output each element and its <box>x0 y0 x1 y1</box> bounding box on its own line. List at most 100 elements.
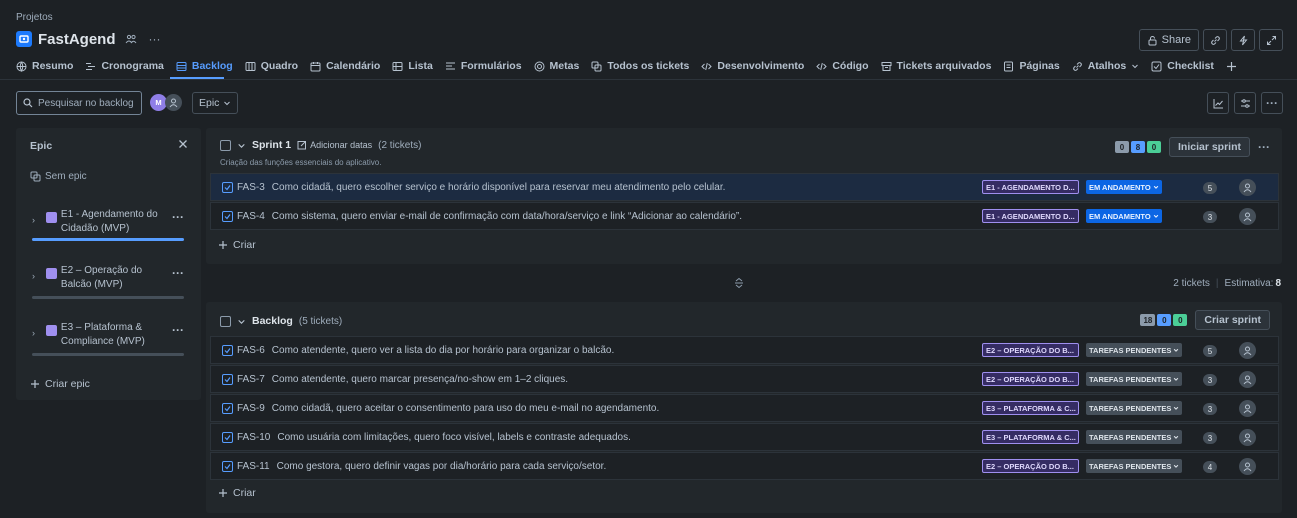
story-checkbox-icon[interactable] <box>222 402 233 414</box>
more-actions-button[interactable]: ··· <box>1261 92 1283 114</box>
status-dropdown[interactable]: TAREFAS PENDENTES <box>1086 401 1183 415</box>
insights-button[interactable] <box>1207 92 1229 114</box>
chevron-down-icon[interactable] <box>237 141 246 150</box>
tab-lista[interactable]: Lista <box>392 60 433 72</box>
tab-paginas[interactable]: Páginas <box>1003 60 1060 72</box>
issue-summary[interactable]: Como atendente, quero marcar presença/no… <box>272 374 568 385</box>
add-dates-button[interactable]: Adicionar datas <box>297 140 372 150</box>
story-points-badge[interactable]: 3 <box>1203 403 1217 415</box>
issue-summary[interactable]: Como usuária com limitações, quero foco … <box>277 432 631 443</box>
create-sprint-button[interactable]: Criar sprint <box>1195 310 1270 330</box>
tab-resumo[interactable]: Resumo <box>16 60 73 72</box>
issue-key[interactable]: FAS-3 <box>237 182 265 193</box>
epic-badge[interactable]: E2 – OPERAÇÃO DO B... <box>982 343 1079 357</box>
create-issue-button[interactable]: Criar <box>218 487 256 499</box>
story-checkbox-icon[interactable] <box>222 373 233 385</box>
tab-codigo[interactable]: Código <box>816 60 869 72</box>
more-icon[interactable]: ··· <box>172 210 184 236</box>
table-row[interactable]: FAS-10 Como usuária com limitações, quer… <box>210 423 1279 451</box>
team-icon[interactable] <box>122 33 140 45</box>
add-tab-button[interactable] <box>1226 61 1237 72</box>
epic-badge[interactable]: E3 – PLATAFORMA & C... <box>982 430 1079 444</box>
table-row[interactable]: FAS-9 Como cidadã, quero aceitar o conse… <box>210 394 1279 422</box>
copy-link-button[interactable] <box>1203 29 1227 51</box>
epic-item-e3[interactable]: › E3 – Plataforma & Compliance (MVP) ··· <box>32 321 184 349</box>
project-more-icon[interactable]: ··· <box>146 32 164 46</box>
more-icon[interactable]: ··· <box>1258 140 1270 154</box>
no-epic-item[interactable]: Sem epic <box>30 171 87 182</box>
chevron-right-icon[interactable]: › <box>32 215 42 236</box>
chevron-down-icon[interactable] <box>237 317 246 326</box>
story-checkbox-icon[interactable] <box>222 431 233 443</box>
epic-badge[interactable]: E2 – OPERAÇÃO DO B... <box>982 372 1079 386</box>
epic-badge[interactable]: E2 – OPERAÇÃO DO B... <box>982 459 1079 473</box>
epic-badge[interactable]: E1 - AGENDAMENTO D... <box>982 209 1079 223</box>
assignee-avatar-icon[interactable] <box>1239 458 1256 475</box>
issue-summary[interactable]: Como sistema, quero enviar e-mail de con… <box>272 211 742 222</box>
breadcrumb[interactable]: Projetos <box>16 12 53 23</box>
fullscreen-button[interactable] <box>1259 29 1283 51</box>
search-input[interactable]: Pesquisar no backlog <box>16 91 142 115</box>
issue-key[interactable]: FAS-11 <box>237 461 270 472</box>
table-row[interactable]: FAS-11 Como gestora, quero definir vagas… <box>210 452 1279 480</box>
story-checkbox-icon[interactable] <box>222 460 233 472</box>
status-dropdown[interactable]: TAREFAS PENDENTES <box>1086 343 1183 357</box>
table-row[interactable]: FAS-6 Como atendente, quero ver a lista … <box>210 336 1279 364</box>
table-row[interactable]: FAS-7 Como atendente, quero marcar prese… <box>210 365 1279 393</box>
automation-button[interactable] <box>1231 29 1255 51</box>
more-icon[interactable]: ··· <box>172 266 184 292</box>
story-points-badge[interactable]: 3 <box>1203 432 1217 444</box>
story-points-badge[interactable]: 5 <box>1203 345 1217 357</box>
status-dropdown[interactable]: EM ANDAMENTO <box>1086 209 1162 223</box>
tab-formularios[interactable]: Formulários <box>445 60 522 72</box>
tab-backlog[interactable]: Backlog <box>176 60 233 72</box>
unassigned-avatar-icon[interactable] <box>165 94 182 111</box>
tab-cronograma[interactable]: Cronograma <box>85 60 164 72</box>
epic-item-e1[interactable]: › E1 - Agendamento do Cidadão (MVP) ··· <box>32 208 184 236</box>
tab-quadro[interactable]: Quadro <box>245 60 298 72</box>
tab-calendario[interactable]: Calendário <box>310 60 380 72</box>
issue-summary[interactable]: Como atendente, quero ver a lista do dia… <box>272 345 614 356</box>
table-row[interactable]: FAS-3 Como cidadã, quero escolher serviç… <box>210 173 1279 201</box>
issue-key[interactable]: FAS-6 <box>237 345 265 356</box>
start-sprint-button[interactable]: Iniciar sprint <box>1168 137 1250 157</box>
assignee-avatar-icon[interactable] <box>1239 429 1256 446</box>
tab-metas[interactable]: Metas <box>534 60 579 72</box>
tab-tickets-arquivados[interactable]: Tickets arquivados <box>881 60 991 72</box>
assignee-avatar-icon[interactable] <box>1239 208 1256 225</box>
assignee-avatar-icon[interactable] <box>1239 371 1256 388</box>
issue-summary[interactable]: Como cidadã, quero escolher serviço e ho… <box>272 182 726 193</box>
issue-key[interactable]: FAS-9 <box>237 403 265 414</box>
story-checkbox-icon[interactable] <box>222 181 233 193</box>
view-settings-button[interactable] <box>1234 92 1256 114</box>
story-checkbox-icon[interactable] <box>222 344 233 356</box>
tab-todos-os-tickets[interactable]: Todos os tickets <box>591 60 689 72</box>
epic-filter-dropdown[interactable]: Epic <box>192 92 239 114</box>
assignee-avatar-icon[interactable] <box>1239 400 1256 417</box>
sprint-select-checkbox[interactable] <box>220 139 231 151</box>
tab-checklist[interactable]: Checklist <box>1151 60 1214 72</box>
resize-handle-icon[interactable] <box>733 277 745 289</box>
issue-key[interactable]: FAS-4 <box>237 211 265 222</box>
epic-badge[interactable]: E3 – PLATAFORMA & C... <box>982 401 1079 415</box>
issue-key[interactable]: FAS-10 <box>237 432 270 443</box>
story-points-badge[interactable]: 3 <box>1203 211 1217 223</box>
epic-badge[interactable]: E1 - AGENDAMENTO D... <box>982 180 1079 194</box>
status-dropdown[interactable]: EM ANDAMENTO <box>1086 180 1162 194</box>
issue-key[interactable]: FAS-7 <box>237 374 265 385</box>
chevron-right-icon[interactable]: › <box>32 328 42 349</box>
assignee-avatar-icon[interactable] <box>1239 342 1256 359</box>
assignee-avatar-icon[interactable] <box>1239 179 1256 196</box>
create-issue-button[interactable]: Criar <box>218 239 256 251</box>
create-epic-button[interactable]: Criar epic <box>30 378 90 390</box>
status-dropdown[interactable]: TAREFAS PENDENTES <box>1086 430 1183 444</box>
status-dropdown[interactable]: TAREFAS PENDENTES <box>1086 372 1183 386</box>
epic-item-e2[interactable]: › E2 – Operação do Balcão (MVP) ··· <box>32 264 184 292</box>
more-icon[interactable]: ··· <box>172 323 184 349</box>
story-checkbox-icon[interactable] <box>222 210 233 222</box>
story-points-badge[interactable]: 3 <box>1203 374 1217 386</box>
status-dropdown[interactable]: TAREFAS PENDENTES <box>1086 459 1183 473</box>
chevron-right-icon[interactable]: › <box>32 271 42 292</box>
tab-desenvolvimento[interactable]: Desenvolvimento <box>701 60 804 72</box>
close-icon[interactable] <box>178 139 188 149</box>
